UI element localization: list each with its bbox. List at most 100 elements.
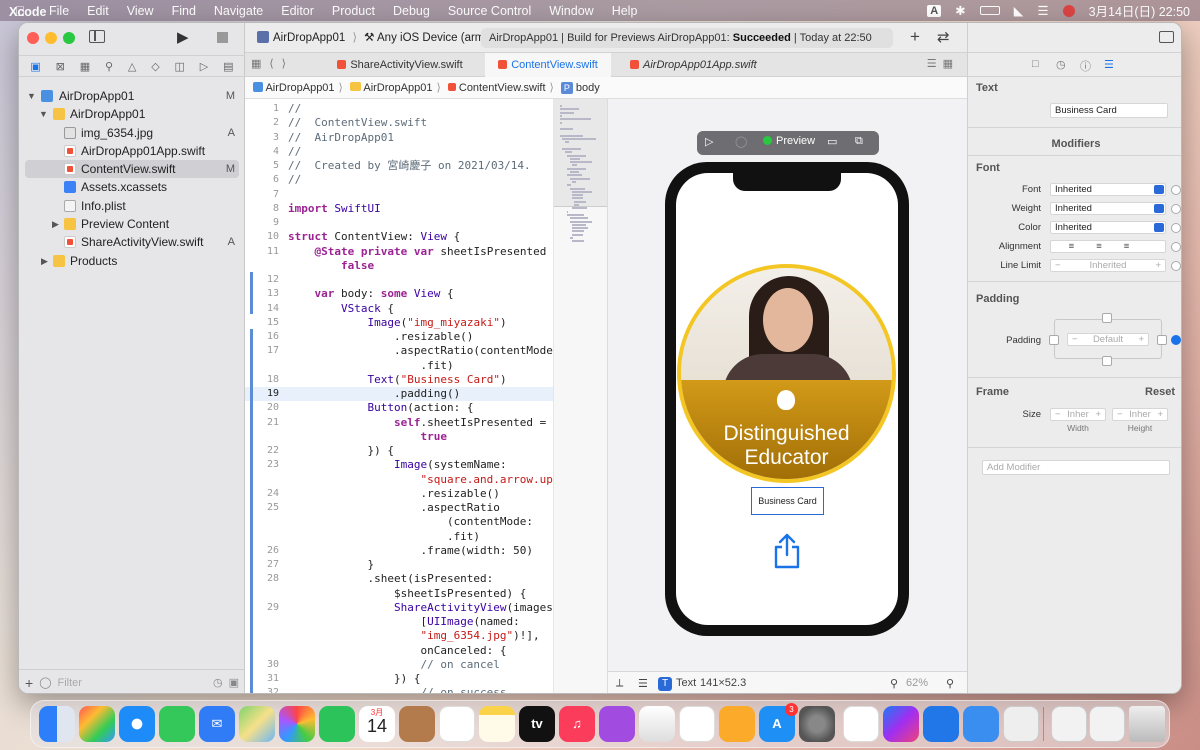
user-avatar-icon[interactable] [1062,4,1075,17]
padding-leading-checkbox[interactable] [1049,335,1059,345]
menu-clock[interactable]: 3月14日(日) 22:50 [1089,1,1190,20]
tab-share-activity-view[interactable]: ShareActivityView.swift [335,53,465,77]
padding-bottom-checkbox[interactable] [1102,356,1112,366]
app-store-icon[interactable]: A3 [759,703,798,742]
align-center-icon[interactable]: ≡ [1096,241,1124,252]
document-thumbnail[interactable] [1051,706,1087,742]
safari-icon[interactable] [119,706,155,742]
tree-item-contentview-selected[interactable]: ContentView.swift M [25,160,239,179]
close-window-button[interactable] [27,32,39,44]
filter-input[interactable]: Filter [58,677,207,689]
reset-frame-button[interactable]: Reset [1145,386,1175,398]
align-left-icon[interactable]: ≡ [1069,241,1097,252]
breakpoint-navigator-icon[interactable]: ▷ [200,60,208,73]
unity-icon[interactable] [843,706,879,742]
live-preview-icon[interactable]: ▷ [705,135,713,148]
attributes-inspector-icon[interactable]: ☰ [1104,58,1114,71]
folder-navigator-icon[interactable]: ▣ [30,60,40,73]
plus-icon[interactable]: + [1095,409,1101,420]
menu-product[interactable]: Product [323,4,384,18]
plus-icon[interactable]: + [1138,334,1144,345]
disclosure-open-icon[interactable]: ▼ [27,87,36,105]
disclosure-closed-icon[interactable]: ▶ [41,252,48,270]
source-editor[interactable]: 1 2 3 4 5 6 7 8 9 10 11 12 13 14 15 16 17 18 19 20 21 22 23 24 2… [245,99,553,693]
find-navigator-icon[interactable]: ⚲ [105,60,113,73]
zoom-in-icon[interactable]: ⚲ [946,677,954,690]
padding-trailing-checkbox[interactable] [1157,335,1167,345]
menu-source-control[interactable]: Source Control [439,4,540,18]
menu-debug[interactable]: Debug [384,4,439,18]
weight-popup[interactable]: Inherited [1050,202,1166,215]
padding-stepper[interactable]: − Default + [1067,333,1149,346]
sidebar-toggle-icon[interactable] [89,30,105,43]
tree-item-app-swift[interactable]: AirDropApp01App.swift [19,142,245,160]
disclosure-closed-icon[interactable]: ▶ [52,215,59,233]
add-modifier-field[interactable]: Add Modifier [982,460,1170,475]
inspector-toggle-icon[interactable] [1159,31,1174,43]
stop-icon[interactable] [217,32,228,43]
minimap[interactable] [553,99,608,693]
photos-icon[interactable] [279,706,315,742]
trash-icon[interactable] [1129,706,1165,742]
code-review-icon[interactable]: ⇄ [937,28,950,46]
align-right-icon[interactable]: ≡ [1124,241,1152,252]
bluetooth-icon[interactable]: ✱ [955,3,965,18]
preview-label[interactable]: Preview [763,135,815,147]
plus-icon[interactable]: + [1155,260,1161,271]
tree-item-products[interactable]: ▶ Products [19,252,245,270]
symbol-navigator-icon[interactable]: ▦ [80,60,90,73]
jump-group[interactable]: AirDropApp01 [363,82,432,94]
editor-options-icons[interactable]: ☰▦ [927,57,959,70]
minimize-window-button[interactable] [45,32,57,44]
music-icon[interactable]: ♫ [559,706,595,742]
menu-help[interactable]: Help [603,4,647,18]
jump-symbol[interactable]: body [576,82,600,94]
notes-icon[interactable] [479,706,515,742]
jump-file[interactable]: ContentView.swift [459,82,546,94]
report-navigator-icon[interactable]: ▤ [223,60,233,73]
distinguished-educator-image[interactable]: Distinguished Educator [677,264,896,483]
font-popup[interactable]: Inherited [1050,183,1166,196]
tree-item-group[interactable]: ▼ AirDropApp01 [19,105,245,123]
podcasts-icon[interactable] [599,706,635,742]
minus-icon[interactable]: − [1055,260,1061,271]
minus-icon[interactable]: − [1117,409,1123,420]
menu-edit[interactable]: Edit [78,4,118,18]
apple-tv-icon[interactable]: tv [519,706,555,742]
activity-viewer[interactable]: AirDropApp01 | Build for Previews AirDro… [481,28,893,48]
menu-find[interactable]: Find [163,4,205,18]
pages-icon[interactable] [719,706,755,742]
tree-item-preview-content[interactable]: ▶ Preview Content [19,215,245,233]
scheme-selector[interactable]: AirDropApp01 ⟩ ⚒ Any iOS Device (arm64) [257,30,501,44]
finder-icon[interactable] [39,706,75,742]
minus-icon[interactable]: − [1072,334,1078,345]
history-inspector-icon[interactable]: ◷ [1056,58,1066,71]
tree-item-assets[interactable]: Assets.xcassets [19,178,245,196]
debug-navigator-icon[interactable]: ◫ [175,60,185,73]
calendar-icon[interactable]: 3月 14 [359,706,395,742]
file-inspector-icon[interactable]: □ [1032,58,1039,70]
numbers-icon[interactable] [679,706,715,742]
height-stepper[interactable]: − Inher + [1112,408,1168,421]
padding-toggle[interactable] [1171,335,1181,345]
keynote-icon[interactable] [639,706,675,742]
quick-help-icon[interactable]: ⓘ [1080,58,1091,74]
launchpad-icon[interactable] [79,706,115,742]
tree-item-share-swift[interactable]: ShareActivityView.swift A [19,233,245,251]
color-toggle[interactable] [1171,223,1181,233]
debug-preview-icon[interactable]: ◯ [735,135,747,148]
alignment-toggle[interactable] [1171,242,1181,252]
recent-files-icon[interactable]: ◷ [213,676,223,689]
grid-back-forward-icons[interactable]: ▦⟨⟩ [251,57,294,70]
zoom-level[interactable]: 62% [906,677,928,689]
jump-project[interactable]: AirDropApp01 [265,82,334,94]
line-limit-stepper[interactable]: − Inherited + [1050,259,1166,272]
width-stepper[interactable]: − Inher + [1050,408,1106,421]
tree-item-image[interactable]: img_6354.jpg A [19,124,245,142]
scm-filter-icon[interactable]: ▣ [229,676,239,689]
messenger-icon[interactable] [883,706,919,742]
wifi-icon[interactable]: ◣ [1014,3,1024,18]
test-navigator-icon[interactable]: ◇ [151,60,159,73]
menu-view[interactable]: View [118,4,163,18]
color-popup[interactable]: Inherited [1050,221,1166,234]
